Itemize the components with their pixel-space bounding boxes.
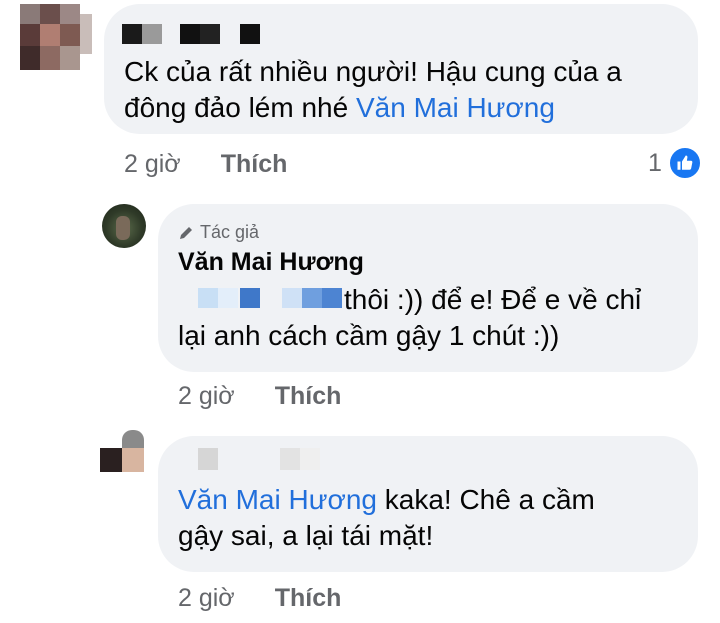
author-avatar[interactable] [102,204,146,248]
comment-1-line1: Ck của rất nhiều người! Hậu cung của a [124,56,622,87]
reaction-count[interactable]: 1 [648,146,702,180]
like-button[interactable]: Thích [275,584,342,613]
comment-2-line1: thôi :)) để e! Để e về chỉ [344,284,642,315]
comment-text-2: thôi :)) để e! Để e về chỉ lại anh cách … [178,282,693,354]
comment-time[interactable]: 2 giờ [124,150,181,179]
author-name[interactable]: Văn Mai Hương [178,248,364,277]
like-button[interactable]: Thích [275,382,342,411]
like-button[interactable]: Thích [221,150,288,179]
comment-meta-3: 2 giờ Thích [178,584,341,613]
pencil-icon [180,226,192,239]
commenter-name-blurred-1[interactable] [122,24,262,46]
comment-3-line1: kaka! Chê a cầm [376,484,595,515]
commenter-name-blurred-3[interactable] [198,448,328,472]
comment-text-1: Ck của rất nhiều người! Hậu cung của a đ… [124,54,694,126]
comment-text-3: Văn Mai Hương kaka! Chê a cầm gậy sai, a… [178,482,693,554]
comment-1-line2: đông đảo lém nhé [124,92,356,123]
author-badge: Tác giả [178,222,259,243]
comment-3-line2: gậy sai, a lại tái mặt! [178,520,434,551]
commenter-avatar-3[interactable] [100,430,144,474]
comment-time[interactable]: 2 giờ [178,382,235,411]
like-thumb-icon [667,146,702,180]
comment-meta-1: 2 giờ Thích [124,150,287,179]
comment-meta-2: 2 giờ Thích [178,382,341,411]
comment-2-line2: lại anh cách cầm gậy 1 chút :)) [178,320,560,351]
reaction-count-value: 1 [648,148,662,177]
comment-time[interactable]: 2 giờ [178,584,235,613]
author-badge-label: Tác giả [200,222,260,242]
mention-link[interactable]: Văn Mai Hương [356,92,555,123]
mention-link[interactable]: Văn Mai Hương [178,484,377,515]
commenter-avatar-1[interactable] [20,4,92,70]
